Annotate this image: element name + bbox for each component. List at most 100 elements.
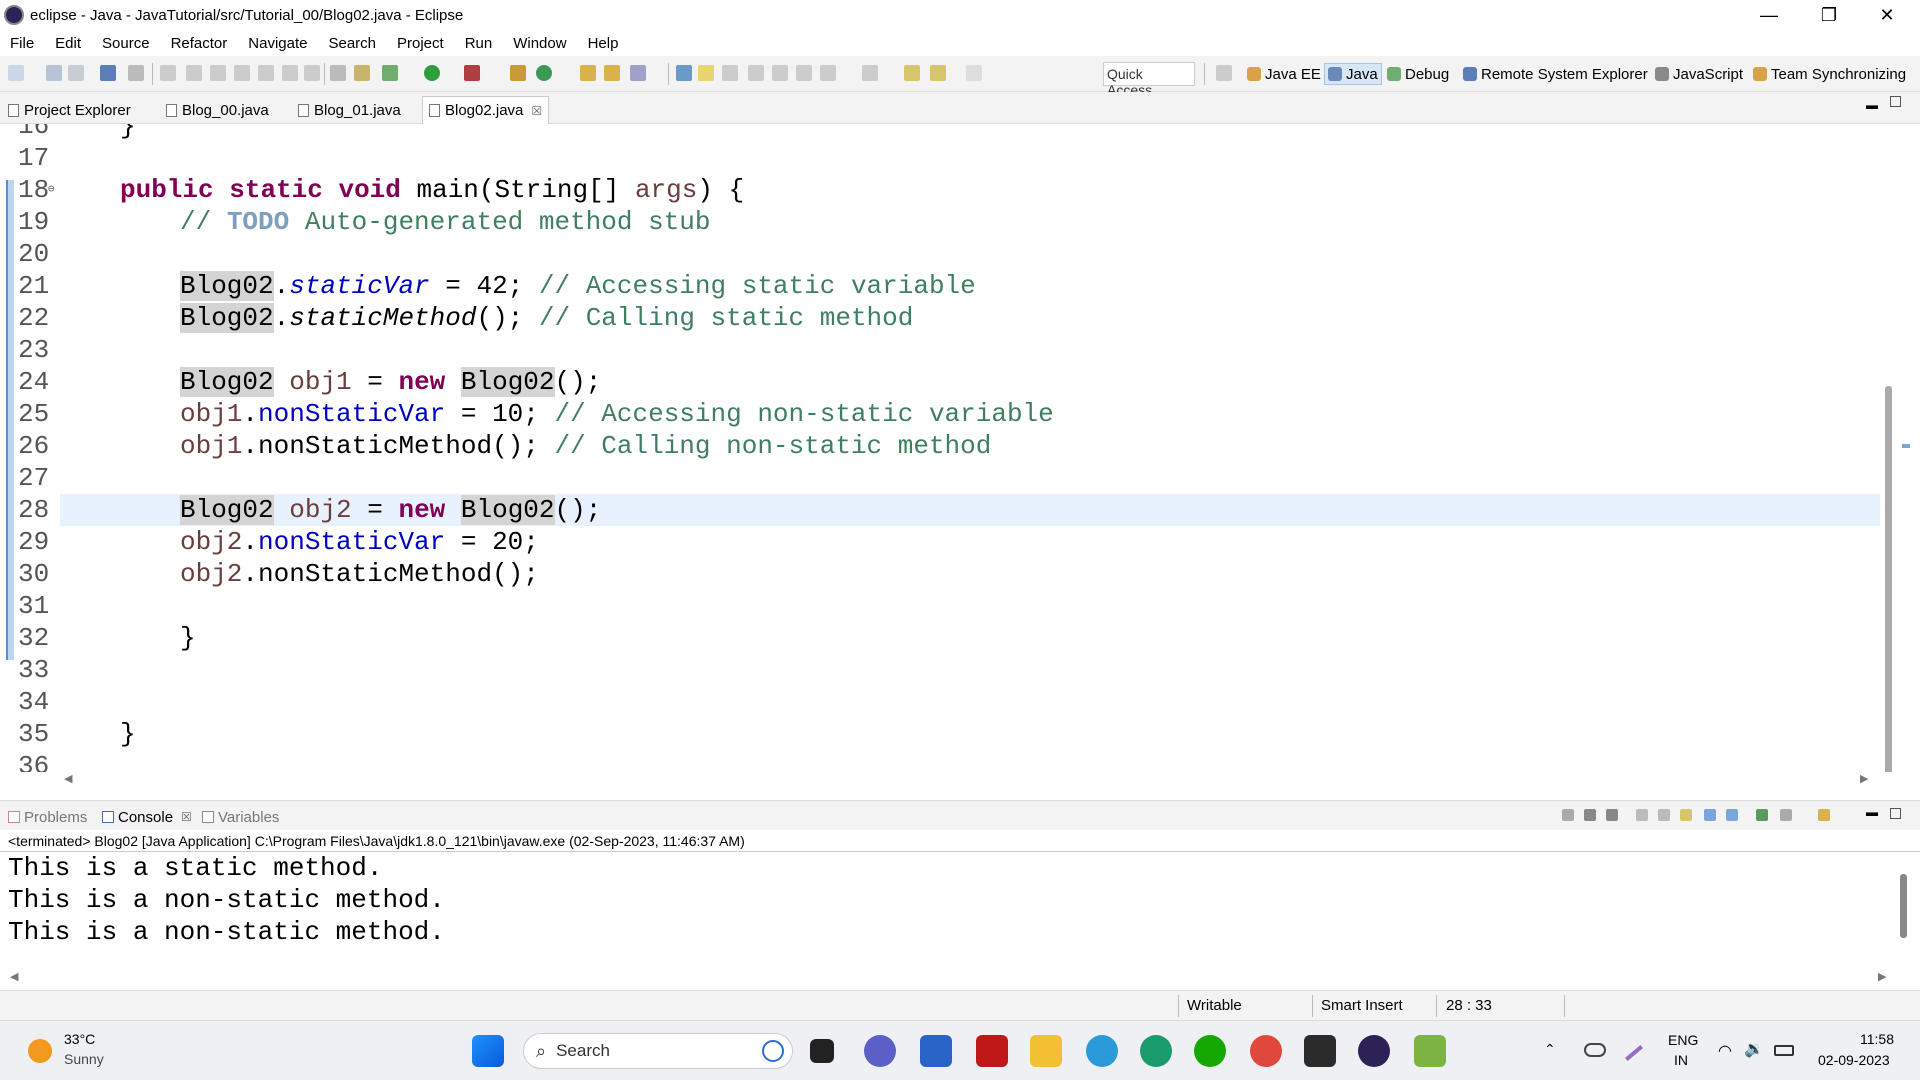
menu-search[interactable]: Search — [318, 35, 387, 52]
show-whitespace-icon[interactable] — [748, 65, 764, 81]
external-tools-icon[interactable] — [464, 65, 480, 81]
scroll-right-icon[interactable]: ▶ — [1860, 772, 1868, 785]
step-into-icon[interactable] — [258, 65, 274, 81]
quick-access-input[interactable]: Quick Access — [1103, 62, 1195, 98]
last-edit-location-icon[interactable] — [820, 65, 836, 81]
skip-breakpoints-icon[interactable] — [128, 65, 144, 81]
menu-refactor[interactable]: Refactor — [161, 35, 239, 52]
minimize-button[interactable]: — — [1740, 0, 1798, 30]
close-console-tab-icon[interactable]: ☒ — [181, 810, 192, 824]
perspective-java[interactable]: Java — [1324, 63, 1382, 85]
open-perspective-icon[interactable] — [1216, 65, 1232, 81]
tab-project-explorer[interactable]: Project Explorer — [2, 96, 137, 124]
menu-source[interactable]: Source — [92, 35, 161, 52]
minimize-console-icon[interactable]: ▬ — [1866, 805, 1878, 819]
mark-occurrences-icon[interactable] — [698, 65, 714, 81]
step-over-icon[interactable] — [282, 65, 298, 81]
microsoft-store-icon[interactable] — [920, 1035, 952, 1067]
minimize-editor-icon[interactable]: ▬ — [1866, 98, 1878, 112]
perspective-java-ee[interactable]: Java EE — [1244, 63, 1324, 85]
perspective-javascript[interactable]: JavaScript — [1652, 63, 1746, 85]
eclipse-taskbar-icon[interactable] — [1358, 1035, 1390, 1067]
previous-annotation-icon[interactable] — [796, 65, 812, 81]
menu-file[interactable]: File — [0, 35, 45, 52]
suspend-icon[interactable] — [186, 65, 202, 81]
weather-description[interactable]: Sunny — [64, 1051, 104, 1067]
scroll-left-icon[interactable]: ◀ — [64, 772, 72, 785]
file-explorer-icon[interactable] — [1030, 1035, 1062, 1067]
open-console-icon[interactable] — [1818, 809, 1830, 821]
chrome-icon[interactable] — [1250, 1035, 1282, 1067]
clock-time[interactable]: 11:58 — [1860, 1031, 1894, 1047]
tab-blog-00[interactable]: Blog_00.java — [160, 96, 275, 124]
save-icon[interactable] — [46, 65, 62, 81]
show-hidden-icons-icon[interactable]: ⌃ — [1544, 1041, 1556, 1058]
menu-navigate[interactable]: Navigate — [238, 35, 318, 52]
save-all-icon[interactable] — [68, 65, 84, 81]
task-view-icon[interactable] — [810, 1039, 834, 1063]
weather-temperature[interactable]: 33°C — [64, 1031, 95, 1047]
scroll-lock-icon[interactable] — [1658, 809, 1670, 821]
step-return-icon[interactable] — [304, 65, 320, 81]
drop-to-frame-icon[interactable] — [330, 65, 346, 81]
edge-browser-icon[interactable] — [1140, 1035, 1172, 1067]
toggle-breadcrumb-icon[interactable] — [676, 65, 692, 81]
menu-run[interactable]: Run — [455, 35, 504, 52]
run-icon[interactable] — [424, 65, 440, 81]
use-step-filters-icon[interactable] — [354, 65, 370, 81]
perspective-debug[interactable]: Debug — [1384, 63, 1452, 85]
tab-console[interactable]: Console ☒ — [102, 806, 192, 828]
upwork-icon[interactable] — [1194, 1035, 1226, 1067]
console-scroll-right-icon[interactable]: ▶ — [1878, 970, 1886, 983]
maximize-console-icon[interactable] — [1890, 808, 1901, 819]
console-view-icon[interactable] — [100, 65, 116, 81]
menu-window[interactable]: Window — [503, 35, 577, 52]
maximize-button[interactable]: ❐ — [1800, 0, 1858, 30]
remove-all-launches-icon[interactable] — [1606, 809, 1618, 821]
code-editor[interactable]: 16} 17 18 ⊖ public static void main(String… — [0, 124, 1920, 772]
pin-editor-icon[interactable] — [862, 65, 878, 81]
menu-help[interactable]: Help — [578, 35, 630, 52]
terminate-icon[interactable] — [210, 65, 226, 81]
battery-icon[interactable] — [1774, 1045, 1794, 1056]
show-on-stderr-icon[interactable] — [1726, 809, 1738, 821]
new-java-project-icon[interactable] — [510, 65, 526, 81]
next-annotation-icon[interactable] — [772, 65, 788, 81]
clock-date[interactable]: 02-09-2023 — [1818, 1052, 1890, 1068]
new-java-class-icon[interactable] — [536, 65, 552, 81]
menu-project[interactable]: Project — [387, 35, 455, 52]
resume-icon[interactable] — [160, 65, 176, 81]
debug-icon[interactable] — [382, 65, 398, 81]
close-button[interactable]: ✕ — [1858, 0, 1916, 30]
search-tool-icon[interactable] — [630, 65, 646, 81]
menu-edit[interactable]: Edit — [45, 35, 92, 52]
editor-vertical-scrollbar[interactable] — [1885, 386, 1892, 772]
tab-problems[interactable]: Problems — [8, 806, 87, 828]
maximize-editor-icon[interactable] — [1890, 96, 1901, 107]
pen-icon[interactable] — [1625, 1045, 1643, 1061]
start-windows-icon[interactable] — [472, 1035, 504, 1067]
help-app-icon[interactable] — [1086, 1035, 1118, 1067]
back-dropdown-icon[interactable] — [930, 65, 946, 81]
wifi-icon[interactable]: ◠ — [1718, 1041, 1732, 1061]
mcafee-icon[interactable] — [976, 1035, 1008, 1067]
sun-icon[interactable] — [28, 1039, 52, 1063]
notepad-plus-icon[interactable] — [1414, 1035, 1446, 1067]
word-wrap-icon[interactable] — [1680, 809, 1692, 821]
forward-icon[interactable] — [966, 65, 982, 81]
tab-blog02[interactable]: Blog02.java ☒ — [422, 96, 550, 124]
language-indicator[interactable]: ENG — [1668, 1032, 1698, 1048]
new-icon[interactable] — [8, 65, 24, 81]
perspective-team-synchronizing[interactable]: Team Synchronizing — [1750, 63, 1909, 85]
disconnect-icon[interactable] — [234, 65, 250, 81]
editor-horizontal-scrollbar[interactable]: ◀ ▶ — [60, 772, 1870, 786]
teams-chat-icon[interactable] — [864, 1035, 896, 1067]
perspective-remote-system-explorer[interactable]: Remote System Explorer — [1460, 63, 1651, 85]
taskbar-search[interactable]: ⌕ Search — [523, 1033, 793, 1069]
open-type-icon[interactable] — [580, 65, 596, 81]
console-output[interactable]: This is a static method. This is a non-s… — [0, 852, 1907, 970]
bing-icon[interactable] — [762, 1040, 784, 1062]
fold-icon[interactable]: ⊖ — [48, 174, 55, 206]
terminal-icon[interactable] — [1304, 1035, 1336, 1067]
tab-variables[interactable]: Variables — [202, 806, 279, 828]
